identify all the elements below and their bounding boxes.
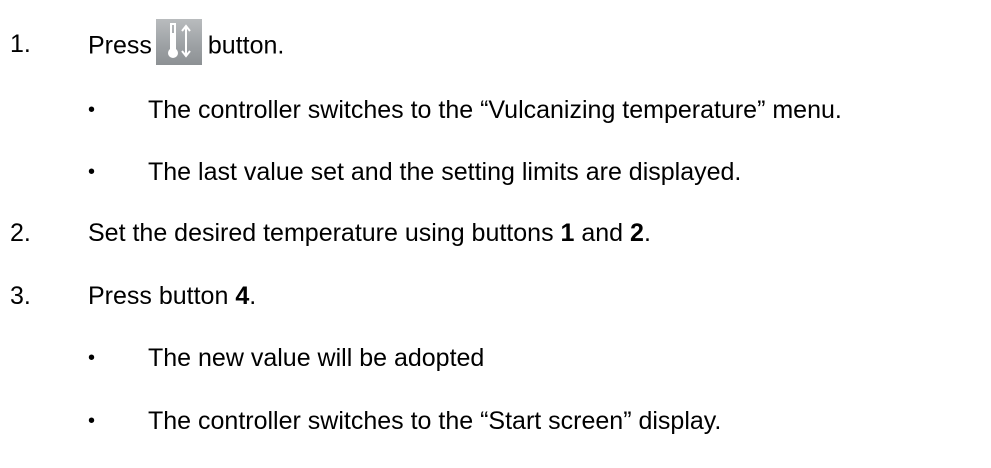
thermometer-up-down-icon-graphic [167, 23, 191, 58]
step-text-after-icon: button. [207, 31, 285, 60]
step-text: Press button 4. [88, 281, 256, 311]
thermometer-up-down-icon [155, 19, 202, 65]
bullet-glyph: • [88, 99, 96, 121]
step-text-part: and [574, 219, 631, 247]
step-text-part: Press button [88, 282, 236, 310]
bullet-text: The last value set and the setting limit… [148, 158, 742, 186]
step-number: 2. [10, 219, 31, 247]
step-text: Set the desired temperature using button… [88, 218, 651, 248]
step-number: 3. [10, 282, 31, 310]
bullet-text: The controller switches to the “Start sc… [148, 407, 722, 435]
step-number: 1. [10, 30, 31, 58]
step-text-part: Set the desired temperature using button… [88, 219, 561, 247]
step-text-part: . [643, 219, 651, 247]
button-number: 2 [630, 219, 644, 247]
bullet-text: The controller switches to the “Vulcaniz… [148, 96, 842, 124]
step-text: Press button. [88, 19, 285, 65]
bullet-glyph: • [88, 161, 96, 183]
bullet-glyph: • [88, 410, 96, 432]
step-text-before-icon: Press [88, 31, 152, 60]
button-number: 1 [560, 219, 575, 247]
bullet-glyph: • [88, 347, 96, 369]
step-text-part: . [249, 282, 257, 310]
bullet-text: The new value will be adopted [148, 344, 485, 372]
button-number: 4 [235, 282, 250, 310]
